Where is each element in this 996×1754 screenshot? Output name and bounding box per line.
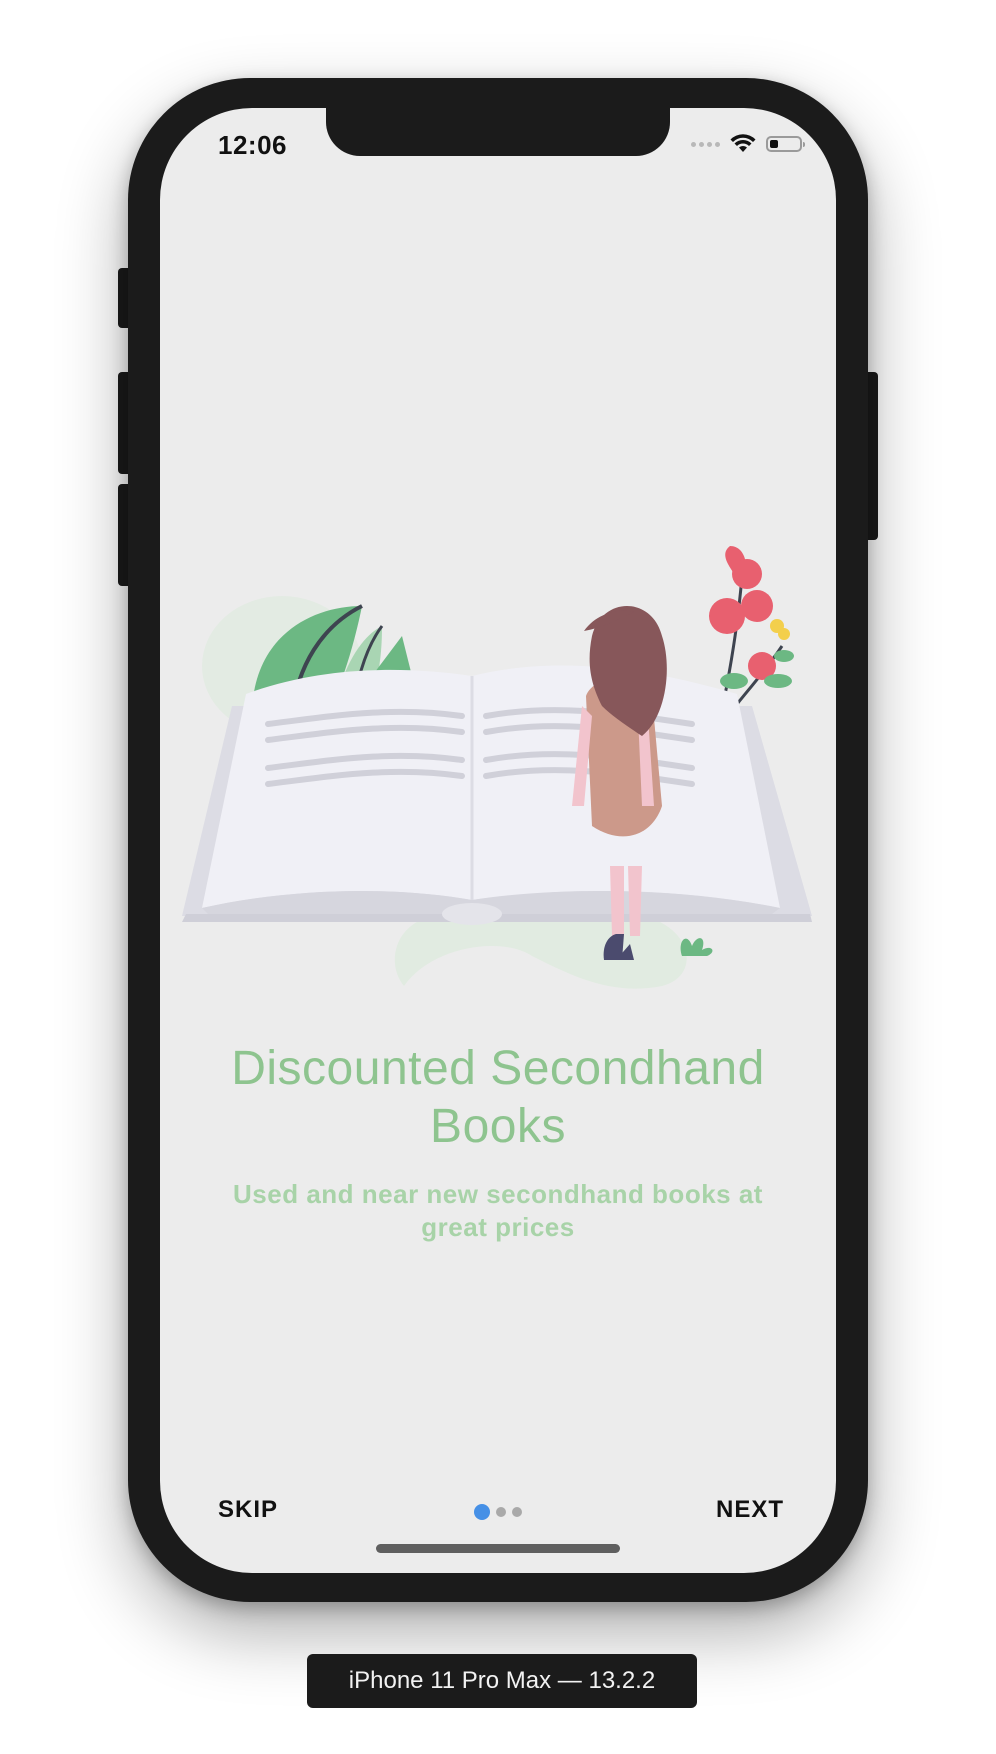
simulator-stage: 12:06 Discounted Secondhand Books Used a… xyxy=(0,0,996,1754)
status-icons xyxy=(691,132,805,156)
page-indicator xyxy=(474,1504,522,1520)
skip-button[interactable]: SKIP xyxy=(218,1496,278,1524)
home-indicator[interactable] xyxy=(376,1544,620,1553)
page-dot[interactable] xyxy=(496,1507,506,1517)
onboarding-title: Discounted Secondhand Books xyxy=(231,1042,765,1153)
simulator-device-label: iPhone 11 Pro Max — 13.2.2 xyxy=(307,1654,697,1708)
status-time: 12:06 xyxy=(218,130,287,160)
page-dot[interactable] xyxy=(512,1507,522,1517)
next-button[interactable]: NEXT xyxy=(716,1496,784,1524)
notch xyxy=(326,108,670,156)
device-screen: 12:06 Discounted Secondhand Books Used a… xyxy=(160,108,836,1573)
battery-icon xyxy=(766,136,805,152)
onboarding-subtitle: Used and near new secondhand books at gr… xyxy=(233,1179,763,1242)
wifi-icon xyxy=(730,134,756,152)
open-book-illustration xyxy=(182,546,812,989)
battery-level xyxy=(770,140,779,148)
cellular-signal-icon xyxy=(691,141,720,147)
page-dot-active[interactable] xyxy=(474,1504,490,1520)
